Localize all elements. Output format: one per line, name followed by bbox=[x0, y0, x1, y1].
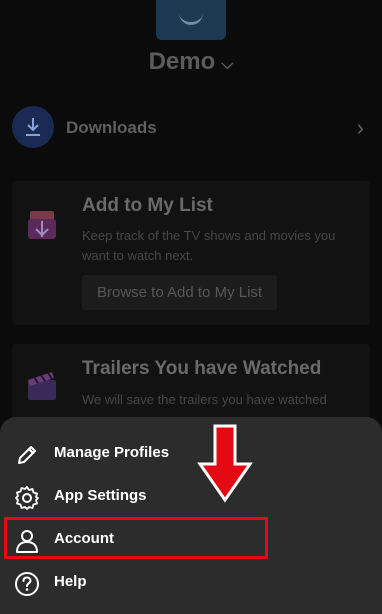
pencil-icon bbox=[14, 442, 40, 468]
chevron-right-icon: › bbox=[356, 115, 364, 140]
arrow-down-icon bbox=[197, 424, 253, 503]
download-icon bbox=[12, 106, 54, 148]
card-description: We will save the trailers you have watch… bbox=[82, 392, 327, 407]
card-description: Keep track of the TV shows and movies yo… bbox=[82, 228, 336, 263]
help-icon bbox=[14, 571, 40, 597]
card-title: Trailers You have Watched bbox=[82, 358, 322, 379]
profile-name: Demo bbox=[148, 48, 216, 75]
menu-item-manage-profiles[interactable]: Manage Profiles bbox=[12, 434, 372, 474]
bottom-sheet-menu: Manage Profiles App Settings Account Hel… bbox=[0, 417, 382, 614]
chevron-down-icon: ⌵ bbox=[221, 56, 234, 73]
my-list-icon bbox=[26, 207, 58, 243]
downloads-label: Downloads bbox=[66, 118, 157, 137]
clapperboard-icon bbox=[26, 368, 58, 404]
menu-item-label: App Settings bbox=[54, 487, 147, 504]
menu-item-label: Help bbox=[54, 573, 87, 590]
menu-item-help[interactable]: Help bbox=[12, 563, 372, 603]
menu-item-app-settings[interactable]: App Settings bbox=[12, 477, 372, 517]
card-title: Add to My List bbox=[82, 195, 213, 216]
menu-item-label: Manage Profiles bbox=[54, 444, 170, 461]
account-highlight-box bbox=[4, 517, 268, 559]
avatar-smile bbox=[179, 12, 203, 25]
profile-avatar[interactable] bbox=[156, 0, 226, 40]
profile-switcher[interactable]: Demo ⌵ bbox=[0, 48, 382, 76]
my-list-card: Add to My List Keep track of the TV show… bbox=[12, 181, 370, 325]
browse-my-list-button[interactable]: Browse to Add to My List bbox=[82, 275, 278, 310]
gear-icon bbox=[14, 485, 40, 511]
downloads-row[interactable]: Downloads › bbox=[12, 106, 370, 150]
